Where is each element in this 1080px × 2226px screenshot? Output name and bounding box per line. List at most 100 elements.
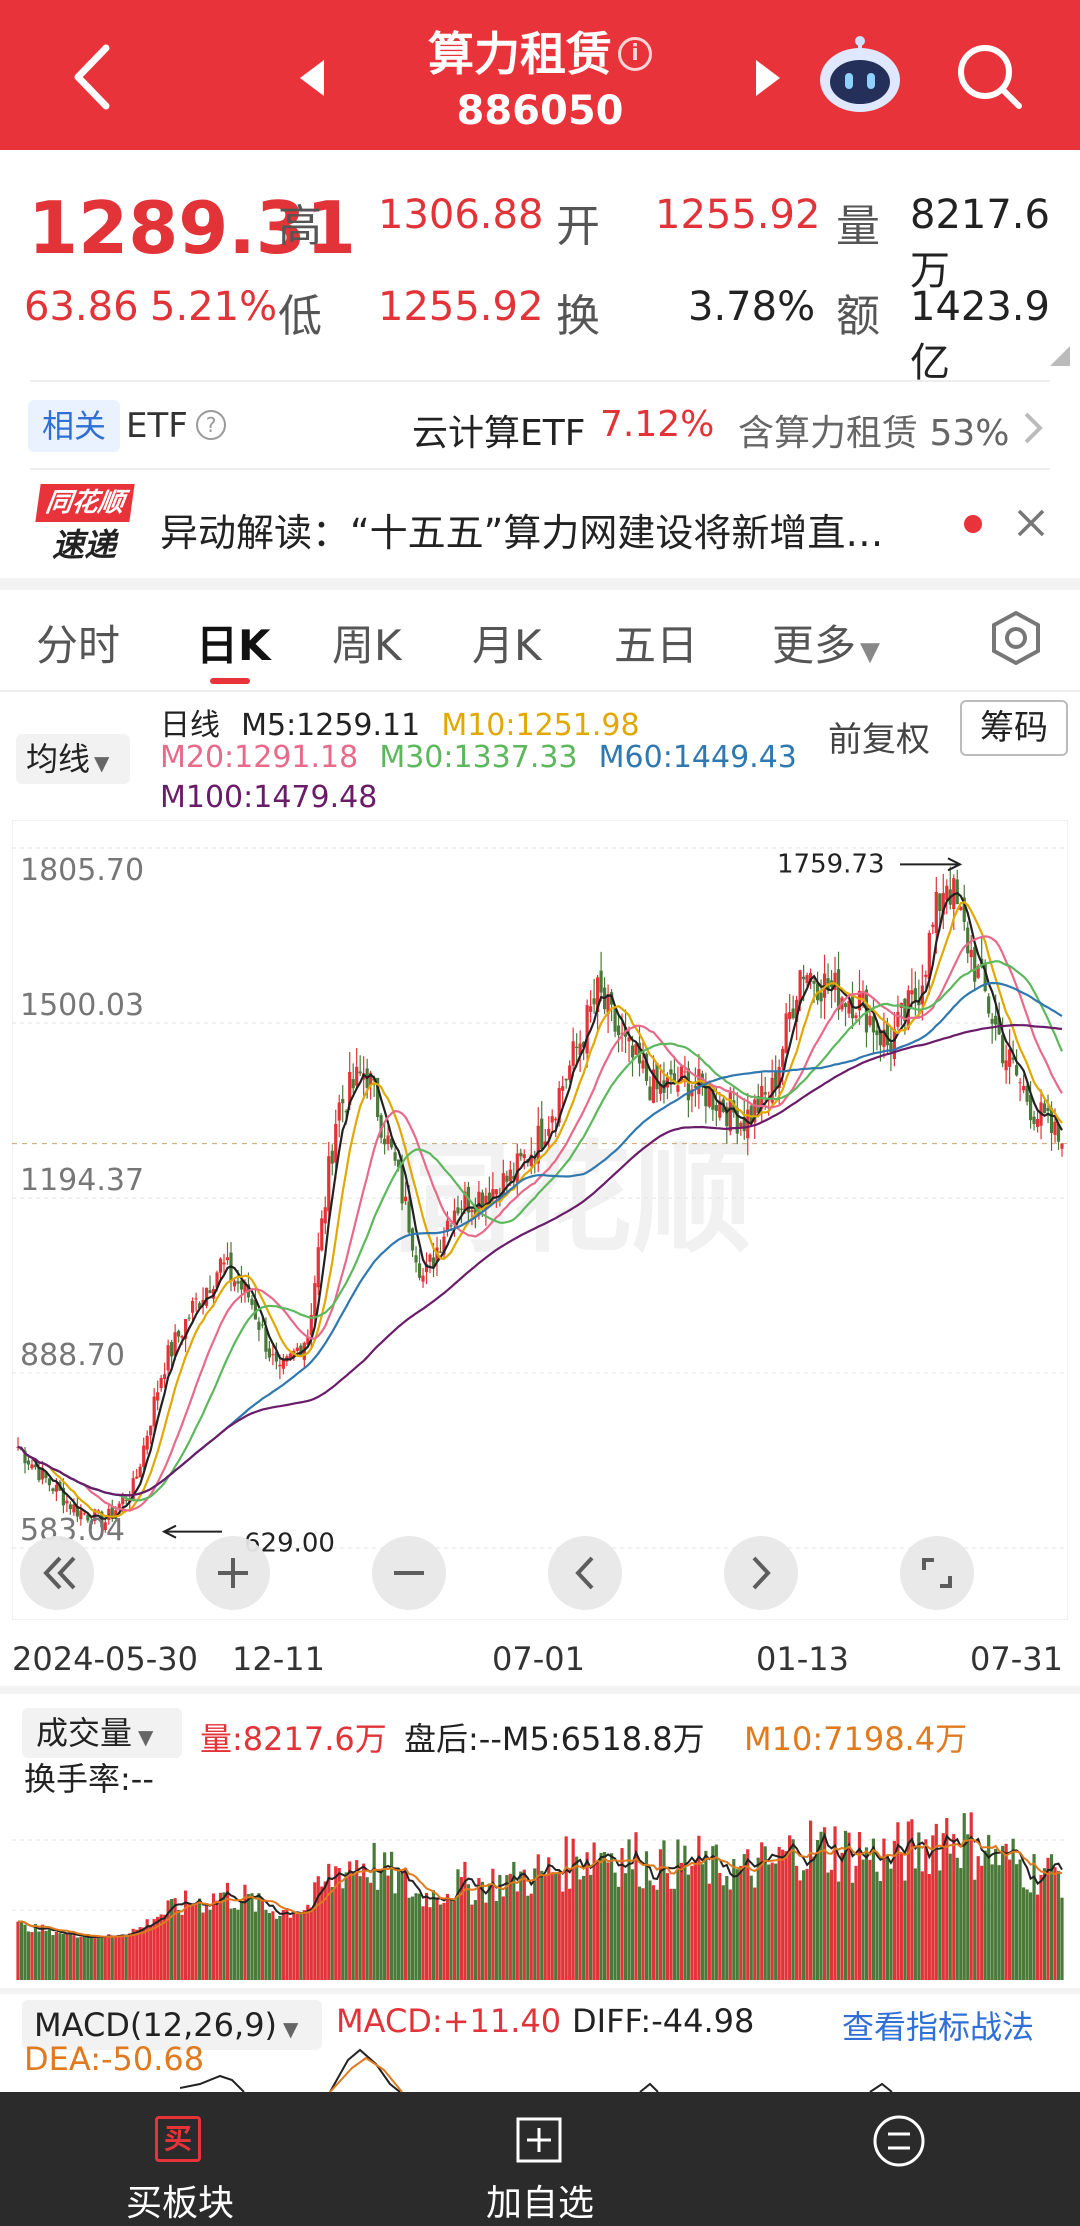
candle-body xyxy=(428,1254,432,1262)
ma20-value: M20:1291.18 xyxy=(160,740,359,775)
tab-more[interactable]: 更多 ▼ xyxy=(772,612,880,673)
volume-amount: 量:8217.6万 xyxy=(200,1720,387,1758)
volume-bar xyxy=(1015,1864,1019,1980)
candle-body xyxy=(320,1218,324,1251)
tab-weekly-k[interactable]: 周K xyxy=(332,612,402,673)
candle-body xyxy=(51,1488,55,1492)
volume-bar xyxy=(819,1831,823,1980)
volume-bar xyxy=(533,1868,537,1980)
volume-bar xyxy=(550,1874,554,1980)
volume-bar xyxy=(938,1870,942,1980)
volume-bar xyxy=(498,1874,502,1980)
ma-selector[interactable]: 均线 ▼ xyxy=(16,734,130,784)
volume-bar xyxy=(431,1890,436,1980)
candle-body xyxy=(170,1342,174,1357)
related-tag: 相关 xyxy=(28,400,120,452)
volume-bar xyxy=(655,1889,659,1980)
candle-body xyxy=(222,1262,226,1265)
volume-bar xyxy=(941,1833,945,1980)
volume-bar xyxy=(197,1898,202,1980)
zoom-out-button[interactable] xyxy=(372,1536,446,1610)
candle-body xyxy=(568,1065,572,1080)
volume-bar xyxy=(281,1909,285,1980)
volume-bar xyxy=(948,1853,952,1980)
tab-daily-k[interactable]: 日K xyxy=(196,612,271,673)
top-bar: 算力租赁 i 886050 xyxy=(0,0,1080,150)
news-headline[interactable]: 异动解读：“十五五”算力网建设将新增直… xyxy=(160,502,940,557)
volume-bar xyxy=(903,1880,907,1980)
volume-bar xyxy=(770,1862,774,1980)
volume-bar xyxy=(128,1933,132,1980)
volume-bar xyxy=(847,1832,851,1980)
chevron-right-icon xyxy=(752,1556,771,1590)
candle-body xyxy=(232,1281,237,1287)
rewind-button[interactable] xyxy=(20,1536,94,1610)
candle-body xyxy=(913,988,917,1002)
volume-bar xyxy=(257,1893,261,1980)
candle-body xyxy=(707,1087,711,1107)
candle-body xyxy=(805,975,809,984)
settings-icon[interactable] xyxy=(988,610,1044,666)
candle-body xyxy=(459,1208,464,1210)
ma30-value: M30:1337.33 xyxy=(379,740,578,775)
volume-label: 量 xyxy=(836,201,880,252)
candle-body xyxy=(403,1196,408,1202)
volume-bar xyxy=(124,1935,128,1980)
volume-selector[interactable]: 成交量 ▼ xyxy=(22,1708,182,1758)
volume-bar xyxy=(334,1866,338,1980)
tab-five-day[interactable]: 五日 xyxy=(614,612,698,673)
scroll-left-button[interactable] xyxy=(548,1536,622,1610)
volume-bar xyxy=(473,1900,478,1980)
buy-sector-button[interactable]: 买 买板块 xyxy=(0,2092,360,2226)
candle-body xyxy=(934,891,938,934)
volume-bar xyxy=(1035,1894,1040,1980)
tab-intraday[interactable]: 分时 xyxy=(36,612,120,673)
search-icon[interactable] xyxy=(955,42,1025,112)
help-icon[interactable]: ? xyxy=(196,410,226,440)
chip-button[interactable]: 筹码 xyxy=(960,700,1068,756)
more-menu-button[interactable] xyxy=(720,2092,1080,2226)
chevron-right-icon[interactable] xyxy=(1022,410,1046,446)
volume-bar xyxy=(484,1902,488,1980)
candle-body xyxy=(575,1046,579,1048)
close-icon[interactable] xyxy=(1016,508,1046,538)
volume-bar xyxy=(885,1854,890,1980)
volume-bar xyxy=(47,1928,52,1980)
candle-body xyxy=(589,1006,593,1012)
volume-bar xyxy=(917,1832,921,1980)
tab-monthly-k[interactable]: 月K xyxy=(472,612,542,673)
candle-body xyxy=(945,885,949,901)
fullscreen-button[interactable] xyxy=(900,1536,974,1610)
candle-body xyxy=(351,1079,355,1089)
etf-name[interactable]: 云计算ETF xyxy=(412,404,585,456)
candle-body xyxy=(868,1015,872,1026)
volume-bar xyxy=(554,1872,558,1980)
candle-body xyxy=(910,990,914,995)
adjust-mode[interactable]: 前复权 xyxy=(828,712,930,761)
volume-bar xyxy=(630,1869,635,1980)
robot-assistant-icon[interactable] xyxy=(815,35,905,115)
etf-label: ETF xyxy=(126,406,188,446)
candle-body xyxy=(190,1300,195,1313)
add-watchlist-button[interactable]: 加自选 xyxy=(360,2092,720,2226)
candle-body xyxy=(931,924,935,927)
volume-bar xyxy=(564,1836,568,1980)
candle-body xyxy=(966,927,970,954)
volume-bar xyxy=(543,1874,547,1980)
candle-body xyxy=(337,1102,341,1121)
candle-body xyxy=(843,1003,848,1008)
volume-bar xyxy=(602,1851,607,1980)
scroll-right-button[interactable] xyxy=(724,1536,798,1610)
volume-chart[interactable] xyxy=(12,1770,1068,1984)
kline-chart[interactable]: 同花顺 1805.701500.031194.37888.70583.04 17… xyxy=(12,820,1068,1620)
volume-bar xyxy=(931,1835,935,1980)
zoom-in-button[interactable] xyxy=(196,1536,270,1610)
expand-corner-icon[interactable] xyxy=(1048,344,1072,368)
info-icon[interactable]: i xyxy=(618,37,652,71)
candle-body xyxy=(924,974,928,977)
candle-body xyxy=(456,1207,460,1214)
price-change: 63.86 xyxy=(24,284,139,330)
volume-bar xyxy=(316,1876,320,1980)
next-stock-icon[interactable] xyxy=(752,58,782,98)
volume-bar xyxy=(100,1937,104,1980)
